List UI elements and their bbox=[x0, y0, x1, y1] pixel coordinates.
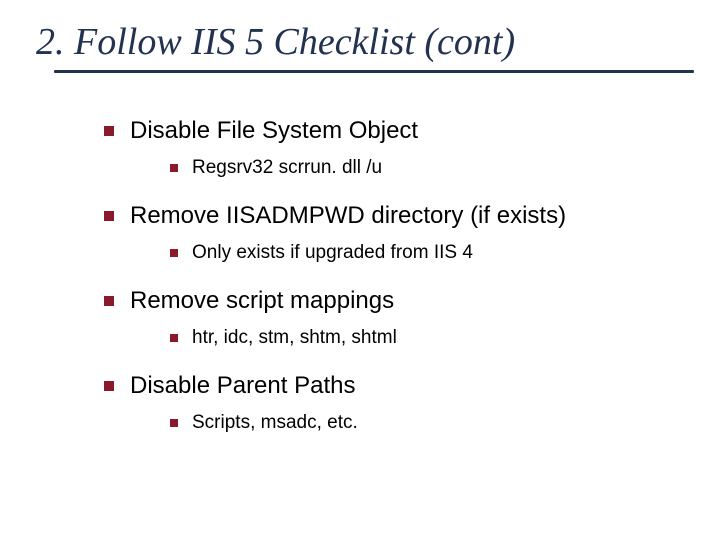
list-item: Remove script mappings htr, idc, stm, sh… bbox=[104, 285, 690, 352]
sub-list: Scripts, msadc, etc. bbox=[170, 410, 690, 437]
sub-list: htr, idc, stm, shtm, shtml bbox=[170, 325, 690, 352]
list-item: Remove IISADMPWD directory (if exists) O… bbox=[104, 200, 690, 267]
bullet-list: Disable File System Object Regsrv32 scrr… bbox=[104, 115, 690, 437]
list-item: Disable File System Object Regsrv32 scrr… bbox=[104, 115, 690, 182]
list-item: Disable Parent Paths Scripts, msadc, etc… bbox=[104, 370, 690, 437]
list-item-label: Disable Parent Paths bbox=[130, 372, 355, 399]
sub-list-item: Scripts, msadc, etc. bbox=[170, 410, 690, 437]
list-item-label: Disable File System Object bbox=[130, 117, 418, 144]
title-underline bbox=[54, 70, 694, 73]
sub-list: Only exists if upgraded from IIS 4 bbox=[170, 240, 690, 267]
slide-title: 2. Follow IIS 5 Checklist (cont) bbox=[36, 20, 690, 64]
sub-list-item: Regsrv32 scrrun. dll /u bbox=[170, 155, 690, 182]
list-item-label: Remove IISADMPWD directory (if exists) bbox=[130, 202, 566, 229]
slide: 2. Follow IIS 5 Checklist (cont) Disable… bbox=[0, 0, 720, 540]
list-item-label: Remove script mappings bbox=[130, 287, 394, 314]
sub-list: Regsrv32 scrrun. dll /u bbox=[170, 155, 690, 182]
sub-list-item: Only exists if upgraded from IIS 4 bbox=[170, 240, 690, 267]
sub-list-item: htr, idc, stm, shtm, shtml bbox=[170, 325, 690, 352]
